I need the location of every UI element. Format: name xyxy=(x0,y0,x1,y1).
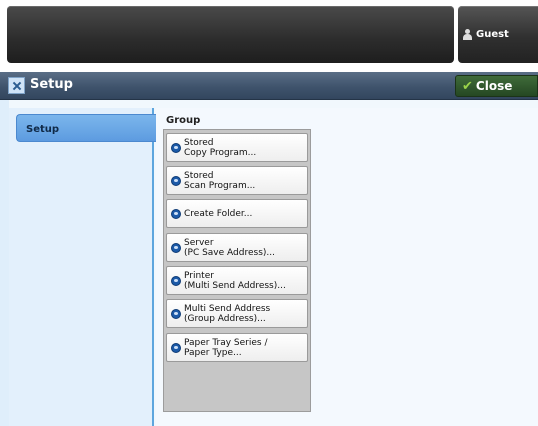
checkmark-icon: ✔ xyxy=(462,78,473,94)
page-title: Setup xyxy=(30,77,73,92)
left-strip xyxy=(0,100,9,426)
tools-icon xyxy=(8,77,25,94)
bullet-icon xyxy=(171,308,181,319)
close-button[interactable]: ✔ Close xyxy=(455,75,538,97)
status-bar: Guest xyxy=(0,0,538,70)
close-label: Close xyxy=(475,79,513,93)
bullet-icon xyxy=(171,342,181,353)
bullet-icon xyxy=(171,275,181,286)
server-address-button[interactable]: Server (PC Save Address)... xyxy=(166,233,308,262)
stored-copy-program-button[interactable]: Stored Copy Program... xyxy=(166,133,308,162)
group-label: Group xyxy=(166,115,201,126)
bullet-icon xyxy=(171,142,181,153)
stored-scan-program-button[interactable]: Stored Scan Program... xyxy=(166,166,308,195)
create-folder-button[interactable]: Create Folder... xyxy=(166,199,308,228)
paper-tray-series-button[interactable]: Paper Tray Series / Paper Type... xyxy=(166,333,308,362)
tab-setup[interactable]: Setup xyxy=(16,114,156,142)
login-button[interactable]: Guest xyxy=(458,6,538,63)
user-label: Guest xyxy=(476,29,509,40)
printer-address-button[interactable]: Printer (Multi Send Address)... xyxy=(166,266,308,295)
tab-panel xyxy=(9,108,154,426)
message-area xyxy=(7,6,454,63)
bullet-icon xyxy=(171,208,181,219)
person-icon xyxy=(463,29,472,40)
bullet-icon xyxy=(171,242,181,253)
multi-send-address-button[interactable]: Multi Send Address (Group Address)... xyxy=(166,299,308,328)
bullet-icon xyxy=(171,175,181,186)
